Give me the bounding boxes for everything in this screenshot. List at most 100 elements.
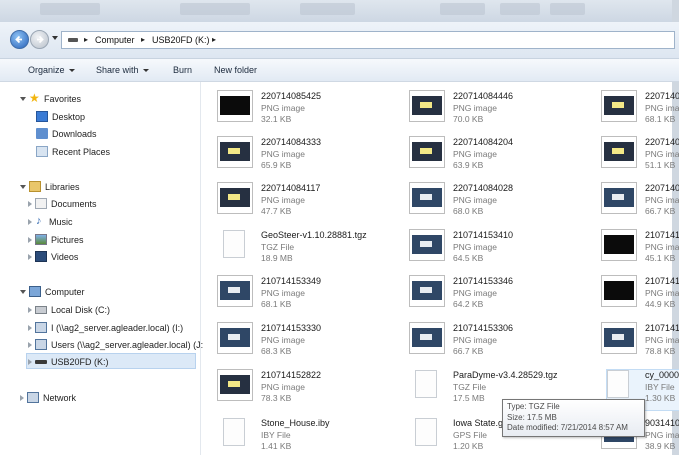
file-name: 220714084028 xyxy=(453,183,514,193)
desktop-icon xyxy=(36,111,48,122)
expand-arrow-icon[interactable] xyxy=(20,96,26,101)
nav-label: Documents xyxy=(51,198,97,209)
file-size: 1.41 KB xyxy=(261,441,292,451)
chevron-right-icon[interactable]: ▸ xyxy=(141,35,145,44)
nav-music[interactable]: ♪ Music xyxy=(28,214,73,229)
file-name: 22071408 xyxy=(645,137,679,147)
expand-arrow-icon[interactable] xyxy=(20,184,26,189)
file-item[interactable]: 220714084117 PNG image 47.7 KB xyxy=(205,180,395,226)
png-thumbnail-icon xyxy=(409,275,445,307)
nav-videos[interactable]: Videos xyxy=(28,249,78,264)
nav-pictures[interactable]: Pictures xyxy=(28,232,84,247)
nav-libraries[interactable]: Libraries xyxy=(20,179,80,194)
nav-label: Local Disk (C:) xyxy=(51,304,111,315)
file-name: 210714152822 xyxy=(261,370,322,380)
expand-arrow-icon[interactable] xyxy=(28,306,32,313)
new-folder-button[interactable]: New folder xyxy=(214,65,257,75)
recent-places-icon xyxy=(36,146,48,157)
arrow-left-icon xyxy=(15,35,22,44)
file-item[interactable]: 210714152822 PNG image 78.3 KB xyxy=(205,367,395,413)
file-name: 220714084117 xyxy=(261,183,321,193)
expand-arrow-icon[interactable] xyxy=(28,358,32,365)
file-item[interactable]: 210714153330 PNG image 68.3 KB xyxy=(205,320,395,366)
file-name: 220714084204 xyxy=(453,137,514,147)
iby-file-icon xyxy=(601,369,637,401)
file-type: PNG image xyxy=(453,288,497,298)
file-size: 51.1 KB xyxy=(645,160,676,170)
burn-button[interactable]: Burn xyxy=(173,65,192,75)
gps-file-icon xyxy=(409,417,445,449)
png-thumbnail-icon xyxy=(601,275,637,307)
expand-arrow-icon[interactable] xyxy=(20,394,24,401)
expand-arrow-icon[interactable] xyxy=(28,253,32,260)
file-size: 38.9 KB xyxy=(645,441,676,451)
file-item[interactable]: 210714153410 PNG image 64.5 KB xyxy=(397,227,587,273)
nav-local-disk[interactable]: Local Disk (C:) xyxy=(28,302,110,317)
file-item[interactable]: 220714084333 PNG image 65.9 KB xyxy=(205,134,395,180)
star-icon: ★ xyxy=(29,91,40,105)
file-type: PNG image xyxy=(261,382,305,392)
file-item[interactable]: 21071415 PNG imag 45.1 KB xyxy=(589,227,679,273)
file-size: 64.5 KB xyxy=(453,253,484,263)
png-thumbnail-icon xyxy=(217,90,253,122)
nav-desktop[interactable]: Desktop xyxy=(36,109,85,124)
nav-network-drive-j[interactable]: Users (\\ag2_server.agleader.local) (J: xyxy=(28,337,203,352)
breadcrumb-computer[interactable]: Computer xyxy=(95,35,135,45)
file-name: 210714153306 xyxy=(453,323,514,333)
file-item[interactable]: 21071415 PNG imag 44.9 KB xyxy=(589,273,679,319)
navigation-bar: ▸ Computer ▸ USB20FD (K:) ▸ xyxy=(0,22,679,59)
chevron-right-icon[interactable]: ▸ xyxy=(84,35,88,44)
nav-documents[interactable]: Documents xyxy=(28,196,97,211)
expand-arrow-icon[interactable] xyxy=(28,236,32,243)
file-size: 65.9 KB xyxy=(261,160,292,170)
expand-arrow-icon[interactable] xyxy=(28,324,32,331)
file-item[interactable]: Stone_House.iby IBY File 1.41 KB xyxy=(205,415,395,455)
file-item[interactable]: 22071408 PNG imag 51.1 KB xyxy=(589,134,679,180)
chevron-down-icon xyxy=(142,69,149,73)
expand-arrow-icon[interactable] xyxy=(20,289,26,294)
file-type: PNG image xyxy=(261,288,305,298)
nav-computer[interactable]: Computer xyxy=(20,284,85,299)
file-item[interactable]: 21071415 PNG imag 78.8 KB xyxy=(589,320,679,366)
file-item[interactable]: 210714153346 PNG image 64.2 KB xyxy=(397,273,587,319)
hard-disk-icon xyxy=(35,305,47,314)
address-bar[interactable]: ▸ Computer ▸ USB20FD (K:) ▸ xyxy=(61,31,675,49)
file-name: 210714153349 xyxy=(261,276,322,286)
nav-network[interactable]: Network xyxy=(20,390,76,405)
nav-usb-drive[interactable]: USB20FD (K:) xyxy=(28,354,109,369)
nav-label: Music xyxy=(49,216,73,227)
nav-label: I (\\ag2_server.agleader.local) (I:) xyxy=(51,322,184,333)
window-title-strip xyxy=(0,0,679,22)
file-name: Stone_House.iby xyxy=(261,418,330,428)
file-size: 78.8 KB xyxy=(645,346,676,356)
share-with-button[interactable]: Share with xyxy=(96,65,149,75)
file-item[interactable]: 220714085425 PNG image 32.1 KB xyxy=(205,88,395,134)
file-item[interactable]: 22071408 PNG imag 68.1 KB xyxy=(589,88,679,134)
file-item[interactable]: 210714153306 PNG image 66.7 KB xyxy=(397,320,587,366)
recent-pages-dropdown[interactable] xyxy=(52,36,58,40)
png-thumbnail-icon xyxy=(409,90,445,122)
file-size: 68.3 KB xyxy=(261,346,292,356)
file-item[interactable]: GeoSteer-v1.10.28881.tgz TGZ File 18.9 M… xyxy=(205,227,395,273)
forward-button[interactable] xyxy=(30,30,49,49)
file-name: 21071415 xyxy=(645,276,679,286)
expand-arrow-icon[interactable] xyxy=(28,218,32,225)
expand-arrow-icon[interactable] xyxy=(28,200,32,207)
breadcrumb-usb-drive[interactable]: USB20FD (K:) xyxy=(152,35,210,45)
chevron-right-icon[interactable]: ▸ xyxy=(212,35,216,44)
network-drive-icon xyxy=(35,322,47,333)
file-size: 18.9 MB xyxy=(261,253,293,263)
nav-favorites[interactable]: ★ Favorites xyxy=(20,91,81,106)
back-button[interactable] xyxy=(10,30,29,49)
organize-button[interactable]: Organize xyxy=(28,65,75,75)
file-item[interactable]: 220714084204 PNG image 63.9 KB xyxy=(397,134,587,180)
png-thumbnail-icon xyxy=(409,182,445,214)
nav-network-drive-i[interactable]: I (\\ag2_server.agleader.local) (I:) xyxy=(28,320,183,335)
file-item[interactable]: 22071408 PNG imag 66.7 KB xyxy=(589,180,679,226)
nav-recent-places[interactable]: Recent Places xyxy=(36,144,110,159)
file-item[interactable]: 220714084446 PNG image 70.0 KB xyxy=(397,88,587,134)
expand-arrow-icon[interactable] xyxy=(28,341,32,348)
nav-downloads[interactable]: Downloads xyxy=(36,126,97,141)
file-item[interactable]: 210714153349 PNG image 68.1 KB xyxy=(205,273,395,319)
file-item[interactable]: 220714084028 PNG image 68.0 KB xyxy=(397,180,587,226)
